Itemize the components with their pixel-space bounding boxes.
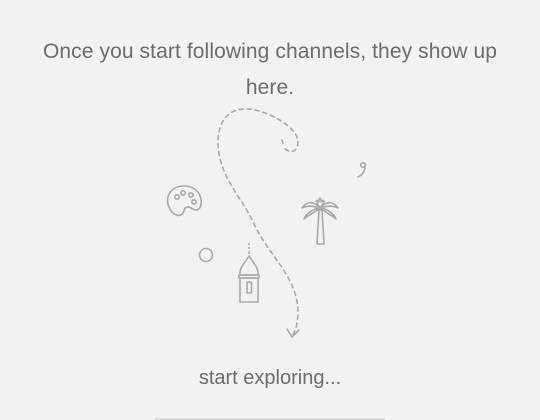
start-exploring-link[interactable]: start exploring... xyxy=(0,364,540,392)
palm-tree-icon xyxy=(302,198,338,244)
empty-state: Once you start following channels, they … xyxy=(0,0,540,420)
illustration xyxy=(150,100,380,350)
empty-state-message: Once you start following channels, they … xyxy=(42,40,498,99)
dashed-arrow-icon xyxy=(218,109,299,337)
circle-icon xyxy=(200,249,213,262)
comma-icon xyxy=(358,163,365,177)
palette-icon xyxy=(168,186,202,215)
tower-icon xyxy=(239,243,259,302)
